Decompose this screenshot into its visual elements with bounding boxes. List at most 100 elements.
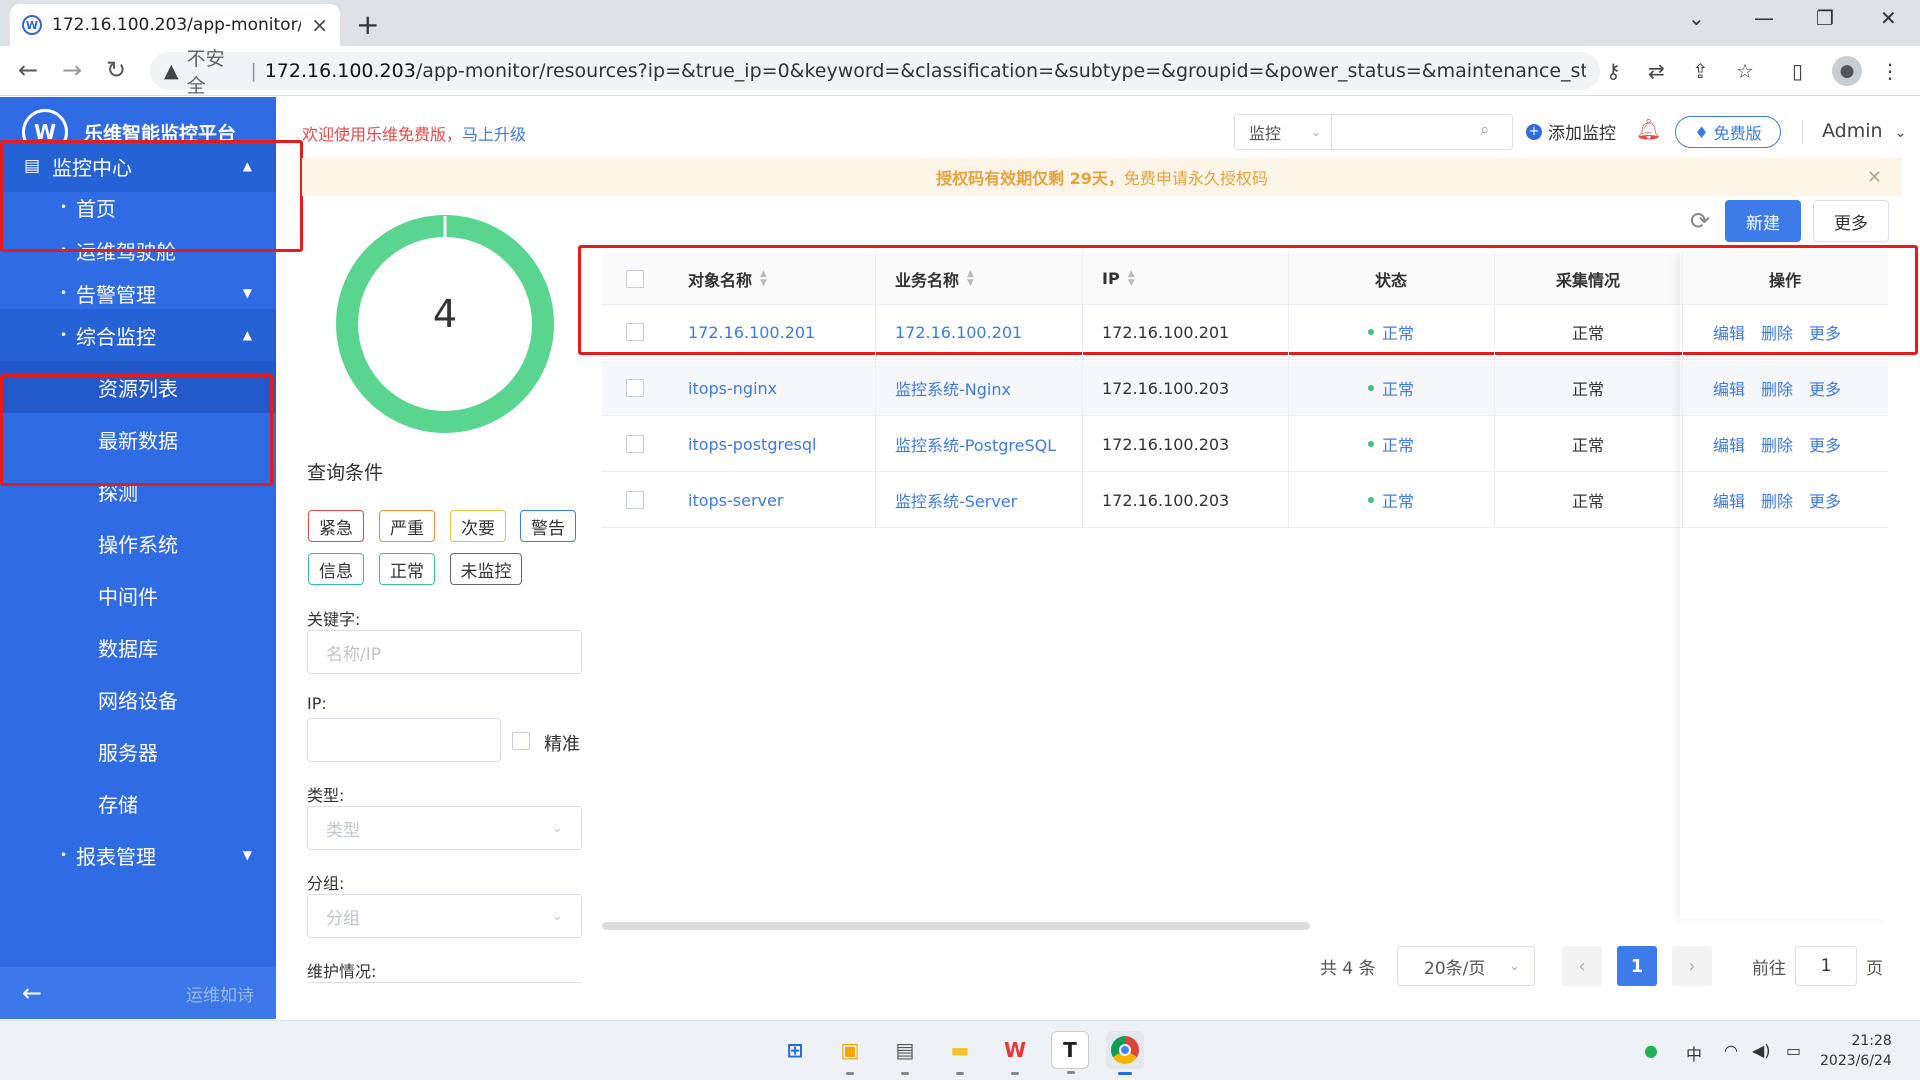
side-panel-icon[interactable]: ▯	[1792, 59, 1803, 83]
business-name-link[interactable]: 172.16.100.201	[895, 305, 1095, 359]
edit-link[interactable]: 编辑	[1713, 376, 1745, 400]
more-link[interactable]: 更多	[1809, 376, 1841, 400]
delete-link[interactable]: 删除	[1761, 376, 1793, 400]
col-header-name[interactable]: 对象名称 ▲ ▼	[688, 253, 888, 304]
sidebar-item-middleware[interactable]: 中间件	[0, 569, 276, 621]
delete-link[interactable]: 删除	[1761, 488, 1793, 512]
ip-input[interactable]	[307, 718, 501, 762]
sidebar-item-resource-list[interactable]: 资源列表	[0, 361, 276, 413]
sidebar-item-reports[interactable]: • 报表管理 ▼	[0, 829, 276, 881]
share-icon[interactable]: ⇪	[1692, 59, 1709, 83]
row-checkbox[interactable]	[626, 435, 644, 453]
tag-severe[interactable]: 严重	[379, 510, 435, 542]
table-row[interactable]: itops-server 监控系统-Server 172.16.100.203 …	[602, 473, 1888, 528]
tag-normal[interactable]: 正常	[379, 553, 435, 585]
goto-page-input[interactable]	[1795, 946, 1857, 986]
ime-indicator[interactable]: 中	[1686, 1041, 1702, 1065]
select-all-checkbox[interactable]	[626, 269, 644, 288]
volume-icon[interactable]: ◀)	[1752, 1041, 1771, 1060]
more-button[interactable]: 更多	[1813, 200, 1889, 242]
more-link[interactable]: 更多	[1809, 320, 1841, 344]
more-link[interactable]: 更多	[1809, 488, 1841, 512]
search-scope-select[interactable]: 监控 ⌄	[1234, 114, 1332, 150]
chrome-app-icon[interactable]	[1106, 1031, 1144, 1075]
horizontal-scrollbar[interactable]	[602, 922, 1310, 930]
rdp-app-icon[interactable]: ▤	[886, 1031, 924, 1075]
edit-link[interactable]: 编辑	[1713, 488, 1745, 512]
col-header-ip[interactable]: IP ▲ ▼	[1102, 253, 1302, 304]
browser-tab[interactable]: W 172.16.100.203/app-monitor/r ×	[10, 4, 340, 46]
browser-menu-icon[interactable]: ⋮	[1880, 59, 1900, 83]
tab-close-icon[interactable]: ×	[311, 13, 328, 37]
sidebar-item-network-device[interactable]: 网络设备	[0, 673, 276, 725]
keyword-input[interactable]: 名称/IP	[307, 630, 582, 674]
upgrade-link[interactable]: 马上升级	[462, 125, 526, 144]
wifi-icon[interactable]: ◠	[1724, 1041, 1738, 1060]
table-row[interactable]: itops-postgresql 监控系统-PostgreSQL 172.16.…	[602, 417, 1888, 472]
bell-icon[interactable]: 🔔︎	[1636, 117, 1661, 141]
new-tab-icon[interactable]: +	[356, 8, 379, 41]
new-button[interactable]: 新建	[1725, 200, 1801, 242]
business-name-link[interactable]: 监控系统-Server	[895, 473, 1095, 527]
group-select[interactable]: 分组 ⌄	[307, 894, 582, 938]
battery-icon[interactable]: ▭	[1786, 1041, 1801, 1060]
refresh-icon[interactable]: ⟳	[1690, 207, 1710, 235]
tag-warning[interactable]: 警告	[520, 510, 576, 542]
back-icon[interactable]: ←	[18, 56, 38, 84]
key-icon[interactable]: ⚷	[1606, 59, 1621, 83]
close-notice-icon[interactable]: ✕	[1867, 167, 1882, 188]
table-row[interactable]: 172.16.100.201 172.16.100.201 172.16.100…	[602, 305, 1888, 360]
row-checkbox[interactable]	[626, 491, 644, 509]
prev-page-icon[interactable]: ‹	[1562, 946, 1602, 986]
exact-match-checkbox[interactable]	[512, 732, 530, 750]
add-monitor-button[interactable]: + 添加监控	[1526, 119, 1616, 144]
edit-link[interactable]: 编辑	[1713, 432, 1745, 456]
bookmark-star-icon[interactable]: ☆	[1736, 59, 1754, 83]
file-explorer-icon[interactable]: ▬	[941, 1031, 979, 1075]
user-menu[interactable]: Admin ⌄	[1822, 120, 1906, 142]
object-name-link[interactable]: 172.16.100.201	[688, 305, 888, 359]
sidebar-item-storage[interactable]: 存储	[0, 777, 276, 829]
tag-unmonitored[interactable]: 未监控	[450, 553, 522, 585]
sidebar-item-probe[interactable]: 探测	[0, 465, 276, 517]
tag-minor[interactable]: 次要	[450, 510, 506, 542]
page-number-current[interactable]: 1	[1617, 946, 1657, 986]
sidebar-item-latest-data[interactable]: 最新数据	[0, 413, 276, 465]
page-size-select[interactable]: 20条/页 ⌄	[1397, 946, 1535, 986]
business-name-link[interactable]: 监控系统-PostgreSQL	[895, 417, 1095, 471]
business-name-link[interactable]: 监控系统-Nginx	[895, 361, 1095, 415]
sidebar-item-os[interactable]: 操作系统	[0, 517, 276, 569]
search-icon[interactable]: ⌕	[1480, 120, 1490, 140]
url-omnibox[interactable]: ▲ 不安全 | 172.16.100.203/app-monitor/resou…	[150, 48, 1600, 97]
typora-app-icon[interactable]: T	[1051, 1031, 1089, 1074]
reload-icon[interactable]: ↻	[106, 56, 126, 84]
maximize-icon[interactable]: ❐	[1816, 6, 1834, 30]
sidebar-item-database[interactable]: 数据库	[0, 621, 276, 673]
remote-desktop-app-icon[interactable]: ▣	[831, 1031, 869, 1075]
start-windows-icon[interactable]: ⊞	[776, 1031, 814, 1069]
edition-badge[interactable]: ♦ 免费版	[1675, 116, 1781, 148]
table-row[interactable]: itops-nginx 监控系统-Nginx 172.16.100.203 正常…	[602, 361, 1888, 416]
object-name-link[interactable]: itops-nginx	[688, 361, 888, 415]
col-header-business[interactable]: 业务名称 ▲ ▼	[895, 253, 1095, 304]
wechat-tray-icon[interactable]: ●	[1644, 1041, 1658, 1060]
delete-link[interactable]: 删除	[1761, 320, 1793, 344]
row-checkbox[interactable]	[626, 379, 644, 397]
system-clock[interactable]: 21:28 2023/6/24	[1820, 1031, 1892, 1071]
tag-info[interactable]: 信息	[308, 553, 364, 585]
row-checkbox[interactable]	[626, 323, 644, 341]
maintenance-select[interactable]	[307, 982, 582, 986]
license-apply-link[interactable]: 免费申请永久授权码	[1124, 165, 1268, 189]
next-page-icon[interactable]: ›	[1672, 946, 1712, 986]
wps-office-icon[interactable]: W	[996, 1031, 1034, 1075]
type-select[interactable]: 类型 ⌄	[307, 806, 582, 850]
object-name-link[interactable]: itops-postgresql	[688, 417, 888, 471]
edit-link[interactable]: 编辑	[1713, 320, 1745, 344]
delete-link[interactable]: 删除	[1761, 432, 1793, 456]
minimize-icon[interactable]: —	[1754, 6, 1774, 30]
more-link[interactable]: 更多	[1809, 432, 1841, 456]
collapse-arrow-icon[interactable]: ←	[22, 979, 42, 1007]
forward-icon[interactable]: →	[62, 56, 82, 84]
translate-icon[interactable]: ⇄	[1648, 59, 1665, 83]
sidebar-item-integrated-monitoring[interactable]: • 综合监控 ▲	[0, 309, 276, 361]
